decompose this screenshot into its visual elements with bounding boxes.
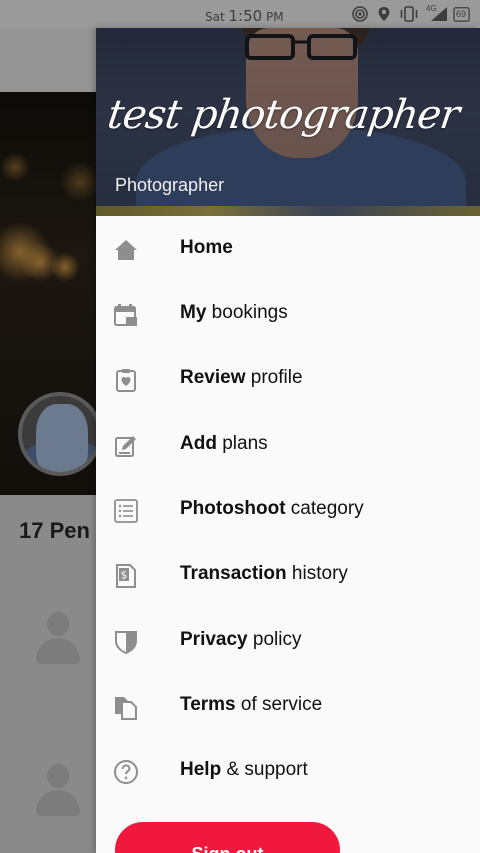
- menu-item-terms-of-service[interactable]: Terms of service: [96, 673, 480, 737]
- menu-item-label: Help & support: [180, 759, 308, 780]
- background-profile-avatar: [18, 392, 102, 476]
- menu-item-label: Home: [180, 237, 233, 258]
- sign-out-button[interactable]: Sign out: [115, 822, 340, 853]
- clipboard-heart-icon: [116, 369, 136, 392]
- list-icon: [114, 499, 138, 523]
- menu-item-label: My bookings: [180, 302, 288, 323]
- svg-text:$: $: [121, 569, 128, 582]
- menu-item-label: Privacy policy: [180, 629, 302, 650]
- edit-note-icon: [115, 436, 136, 457]
- signal-icon: [431, 7, 447, 21]
- menu-item-privacy-policy[interactable]: Privacy policy: [96, 608, 480, 672]
- hotspot-icon: [352, 6, 368, 22]
- menu-item-transaction-history[interactable]: $ Transaction history: [96, 542, 480, 606]
- battery-level: 69: [456, 9, 467, 19]
- home-icon: [115, 240, 137, 260]
- status-time: Sat 1:50 PM: [205, 7, 284, 25]
- background-page-title: 17 Pen: [19, 518, 90, 543]
- menu-item-label: Terms of service: [180, 694, 323, 715]
- navigation-drawer: test photographer Photographer Home My b…: [96, 28, 480, 853]
- calendar-bookings-icon: [114, 304, 137, 326]
- help-icon: [114, 760, 138, 784]
- drawer-user-name: test photographer: [104, 92, 462, 138]
- menu-item-add-plans[interactable]: Add plans: [96, 412, 480, 476]
- menu-item-home[interactable]: Home: [96, 216, 480, 280]
- user-placeholder-icon: [36, 764, 80, 820]
- shield-icon: [115, 631, 137, 655]
- drawer-user-role: Photographer: [115, 175, 225, 195]
- drawer-header: test photographer Photographer: [96, 28, 480, 216]
- vibrate-icon: [400, 6, 418, 22]
- menu-item-label: Add plans: [180, 433, 268, 454]
- user-placeholder-icon: [36, 612, 80, 668]
- menu-item-label: Transaction history: [180, 563, 348, 584]
- menu-item-my-bookings[interactable]: My bookings: [96, 281, 480, 345]
- receipt-dollar-icon: $: [116, 564, 136, 588]
- status-bar: Sat 1:50 PM 4G 69: [0, 0, 480, 28]
- documents-icon: [115, 697, 137, 720]
- menu-item-review-profile[interactable]: Review profile: [96, 346, 480, 410]
- menu-item-label: Review profile: [180, 367, 303, 388]
- location-icon: [378, 7, 390, 21]
- menu-item-help-support[interactable]: Help & support: [96, 738, 480, 802]
- menu-item-photoshoot-category[interactable]: Photoshoot category: [96, 477, 480, 541]
- menu-item-label: Photoshoot category: [180, 498, 364, 519]
